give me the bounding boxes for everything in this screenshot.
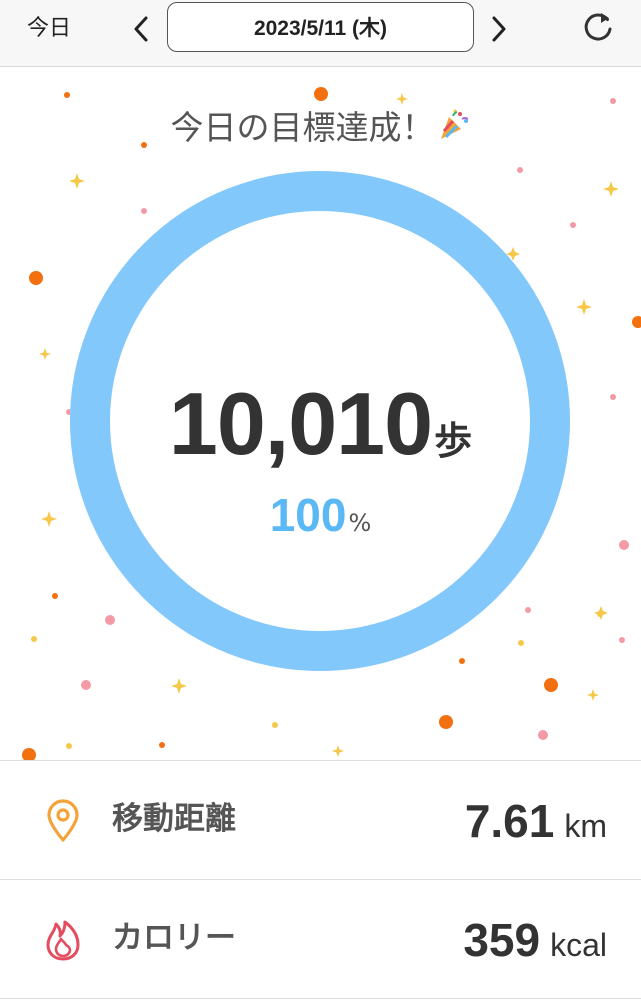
steps-summary: 今日の目標達成！ 10,010歩 100% <box>0 67 641 760</box>
step-count: 10,010歩 <box>0 379 641 494</box>
goal-percentage-sign: % <box>348 509 372 537</box>
top-bar: 今日 2023/5/11 (木) <box>0 0 641 67</box>
flame-icon <box>46 920 80 961</box>
chevron-right-icon <box>492 16 506 42</box>
step-count-value: 10,010 <box>168 374 433 473</box>
map-pin-icon <box>47 799 79 842</box>
distance-value: 7.61 km <box>465 793 607 860</box>
next-day-button[interactable] <box>482 10 516 48</box>
goal-title-text: 今日の目標達成！ <box>170 108 435 147</box>
calorie-unit: kcal <box>550 927 607 963</box>
calorie-label: カロリー <box>112 920 236 956</box>
party-popper-icon <box>440 109 469 139</box>
refresh-icon[interactable] <box>580 9 616 45</box>
goal-percentage-value: 100 <box>269 489 347 541</box>
calorie-row: カロリー 359 kcal <box>0 879 641 999</box>
goal-achieved-title: 今日の目標達成！ <box>0 107 641 148</box>
distance-label: 移動距離 <box>112 801 236 837</box>
previous-day-button[interactable] <box>124 10 158 48</box>
date-selector[interactable]: 2023/5/11 (木) <box>167 2 474 52</box>
distance-unit: km <box>564 808 607 844</box>
goal-percentage: 100% <box>0 485 641 556</box>
today-button[interactable]: 今日 <box>27 14 71 44</box>
calorie-number: 359 <box>463 914 541 966</box>
distance-number: 7.61 <box>464 795 555 847</box>
calorie-value: 359 kcal <box>463 912 607 979</box>
step-count-unit: 歩 <box>434 419 473 463</box>
distance-row: 移動距離 7.61 km <box>0 760 641 879</box>
chevron-left-icon <box>134 16 148 42</box>
